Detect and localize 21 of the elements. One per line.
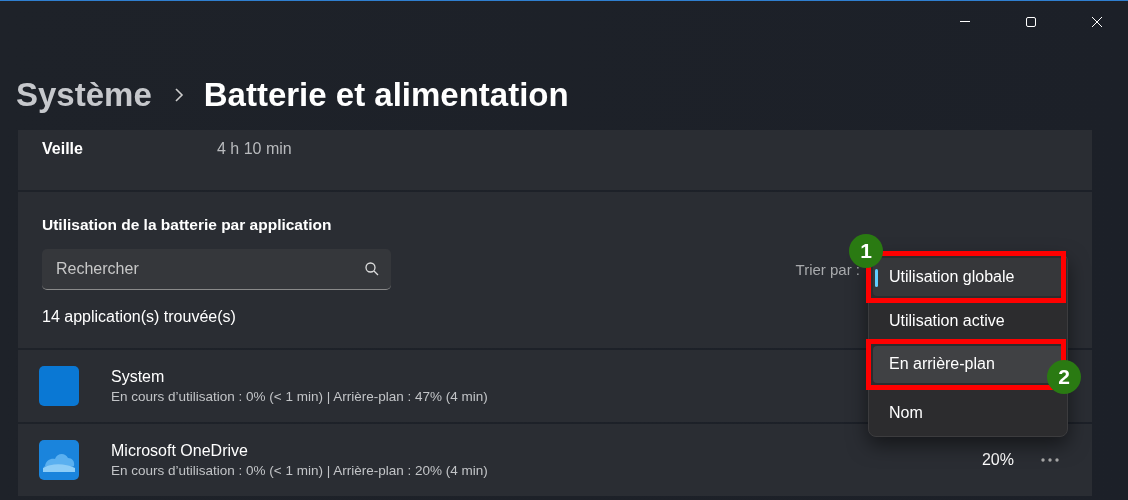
app-detail: En cours d’utilisation : 0% (< 1 min) | Arrière-plan : 20% (4 min) (111, 463, 488, 478)
app-row[interactable]: Microsoft OneDrive En cours d’utilisation : 0% (< 1 min) | Arrière-plan : 20% (4 min) 20% (18, 424, 1092, 496)
search-icon[interactable] (365, 262, 379, 276)
menu-item[interactable]: Utilisation active (873, 301, 1063, 340)
maximize-icon[interactable] (1025, 16, 1037, 28)
more-icon[interactable] (1040, 457, 1060, 463)
breadcrumb-parent[interactable]: Système (16, 76, 152, 114)
row-label: Veille (42, 140, 84, 158)
usage-percent: 20% (981, 451, 1014, 469)
section-heading: Utilisation de la batterie par application (42, 216, 333, 234)
selection-indicator (875, 269, 878, 287)
result-count: 14 application(s) trouvée(s) (42, 308, 236, 326)
page-title: Batterie et alimentation (203, 76, 569, 114)
search-field[interactable]: Rechercher (42, 249, 391, 290)
app-name: Microsoft OneDrive (111, 442, 249, 460)
menu-item[interactable]: Utilisation globale (873, 258, 1063, 296)
row-value: 4 h 10 min (217, 140, 292, 158)
close-icon[interactable] (1091, 16, 1103, 28)
chevron-right-icon (173, 87, 184, 103)
app-detail: En cours d’utilisation : 0% (< 1 min) | Arrière-plan : 47% (4 min) (111, 389, 488, 404)
app-name: System (111, 368, 166, 386)
